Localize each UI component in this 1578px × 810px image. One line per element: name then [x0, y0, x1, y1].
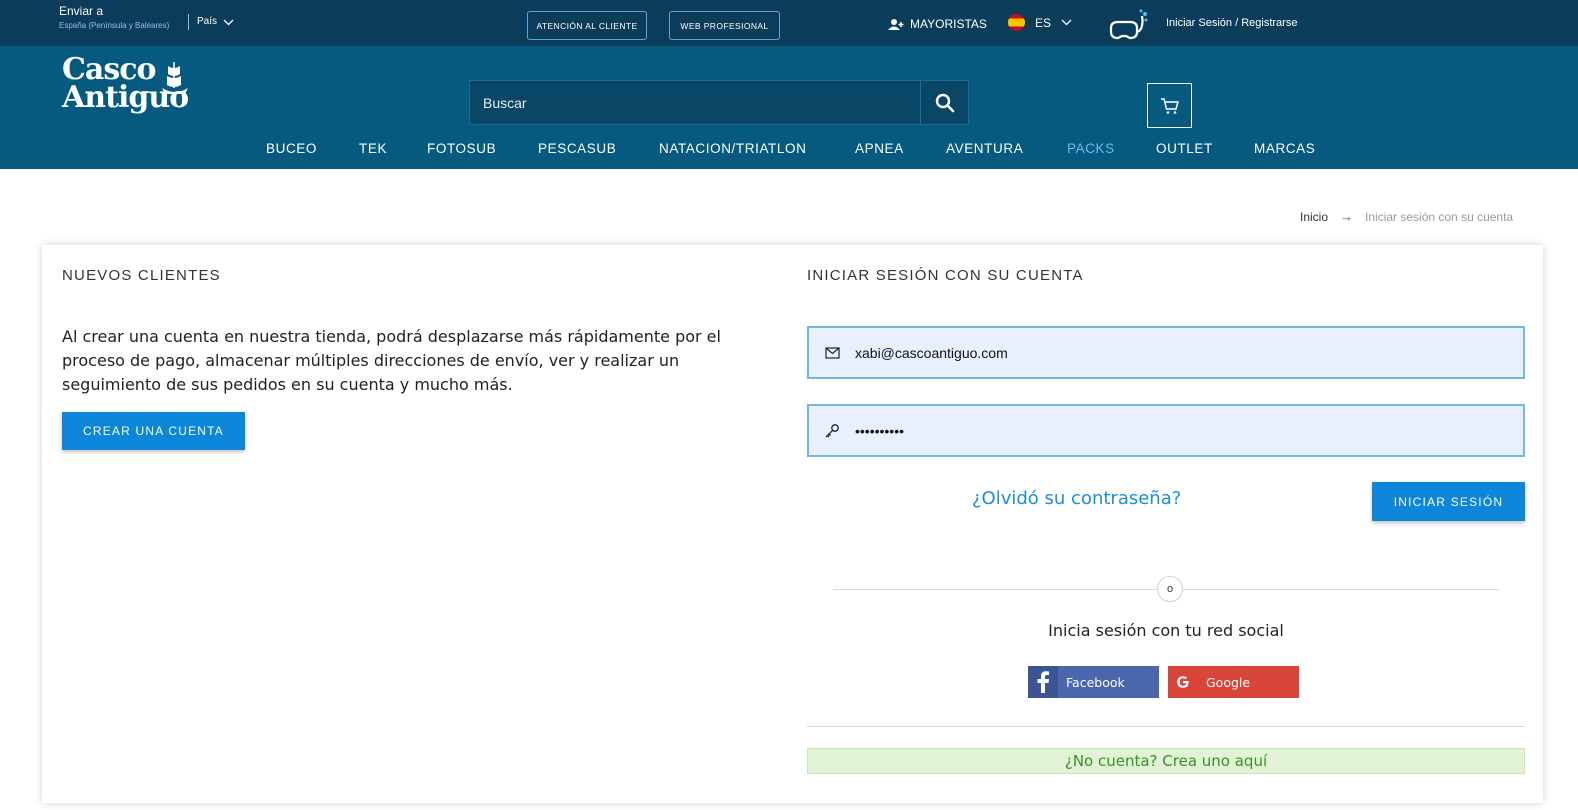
login-button[interactable]: INICIAR SESIÓN	[1372, 482, 1525, 521]
web-profesional-button[interactable]: WEB PROFESIONAL	[669, 11, 780, 40]
menu-item-natacion-triatlon[interactable]: NATACION/TRIATLON	[659, 141, 806, 156]
add-user-icon	[888, 18, 904, 30]
or-badge: o	[1157, 576, 1183, 602]
menu-item-fotosub[interactable]: FOTOSUB	[427, 141, 496, 156]
forgot-password-link[interactable]: ¿Olvidó su contraseña?	[972, 488, 1181, 509]
ship-to-region: España (Península y Baleares)	[59, 21, 170, 30]
email-input[interactable]	[855, 328, 1523, 377]
menu-item-packs[interactable]: PACKS	[1067, 141, 1115, 156]
ship-to[interactable]: Enviar a España (Península y Baleares)	[59, 4, 169, 30]
menu-item-buceo[interactable]: BUCEO	[266, 141, 317, 156]
google-login-button[interactable]: Google	[1168, 666, 1299, 698]
logo[interactable]: Casco Antiguo	[62, 55, 189, 113]
breadcrumb-separator: →	[1340, 209, 1354, 224]
google-icon	[1168, 666, 1198, 698]
customer-service-button[interactable]: ATENCIÓN AL CLIENTE	[527, 11, 647, 40]
breadcrumb: Inicio → Iniciar sesión con su cuenta	[1300, 209, 1513, 224]
new-customers-title: NUEVOS CLIENTES	[62, 267, 221, 284]
login-register-link[interactable]: Iniciar Sesión / Registrarse	[1166, 17, 1297, 29]
top-bar: Enviar a España (Península y Baleares) P…	[0, 0, 1578, 46]
create-account-link[interactable]: ¿No cuenta? Crea uno aquí	[807, 748, 1525, 774]
chevron-down-icon	[223, 19, 234, 25]
mayoristas-link[interactable]: MAYORISTAS	[888, 17, 987, 31]
search-button[interactable]	[920, 81, 968, 124]
ship-logo-icon	[162, 62, 188, 94]
password-input[interactable]	[855, 406, 1523, 455]
menu-item-apnea[interactable]: APNEA	[855, 141, 904, 156]
country-selector[interactable]: País	[188, 14, 234, 30]
search-input[interactable]	[470, 81, 920, 124]
login-title: INICIAR SESIÓN CON SU CUENTA	[807, 267, 1084, 284]
chevron-down-icon	[1061, 19, 1072, 26]
create-account-button[interactable]: CREAR UNA CUENTA	[62, 412, 245, 450]
facebook-label: Facebook	[1066, 674, 1125, 690]
menu-item-pescasub[interactable]: PESCASUB	[538, 141, 616, 156]
search-icon	[935, 93, 954, 112]
ship-to-label: Enviar a	[59, 4, 104, 18]
search-bar	[469, 80, 969, 125]
main-menu: BUCEO TEK FOTOSUB PESCASUB NATACION/TRIA…	[0, 131, 1578, 169]
spain-flag-icon	[1008, 14, 1025, 31]
auth-card: NUEVOS CLIENTES Al crear una cuenta en n…	[42, 245, 1543, 803]
new-customers-text: Al crear una cuenta en nuestra tienda, p…	[62, 327, 721, 394]
menu-item-aventura[interactable]: AVENTURA	[946, 141, 1023, 156]
google-label: Google	[1206, 674, 1251, 690]
facebook-login-button[interactable]: Facebook	[1028, 666, 1159, 698]
breadcrumb-current: Iniciar sesión con su cuenta	[1365, 209, 1514, 224]
header: Casco Antiguo	[0, 46, 1578, 131]
menu-item-tek[interactable]: TEK	[359, 141, 387, 156]
password-field	[807, 404, 1525, 457]
cart-button[interactable]	[1147, 83, 1192, 128]
country-label: País	[197, 16, 218, 27]
key-icon	[809, 423, 855, 439]
menu-item-marcas[interactable]: MARCAS	[1254, 141, 1315, 156]
email-field	[807, 326, 1525, 379]
cart-icon	[1160, 97, 1179, 114]
facebook-icon	[1028, 666, 1058, 698]
language-label: ES	[1035, 15, 1052, 30]
envelope-icon	[809, 346, 855, 359]
diving-mask-icon[interactable]	[1108, 8, 1150, 47]
section-divider	[807, 726, 1525, 727]
mayoristas-label: MAYORISTAS	[910, 17, 987, 31]
social-login-title: Inicia sesión con tu red social	[1048, 621, 1284, 640]
language-selector[interactable]: ES	[1008, 14, 1072, 31]
menu-item-outlet[interactable]: OUTLET	[1156, 141, 1213, 156]
breadcrumb-home[interactable]: Inicio	[1300, 210, 1328, 224]
